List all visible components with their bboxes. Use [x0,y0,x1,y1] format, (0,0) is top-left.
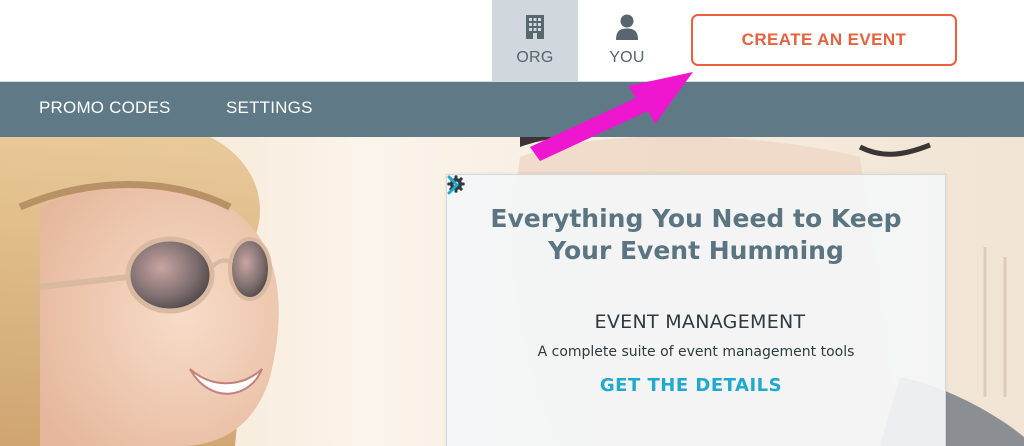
tab-org-label: ORG [516,49,554,66]
tab-you-label: YOU [609,49,645,66]
top-bar: ORG YOU CREATE AN EVENT [0,0,1024,82]
feature-title: EVENT MANAGEMENT [594,311,806,333]
hero-banner: Everything You Need to Keep Your Event H… [0,137,1024,446]
create-event-button[interactable]: CREATE AN EVENT [691,14,957,66]
feature-heading-row: EVENT MANAGEMENT [447,175,945,333]
user-icon [616,14,638,40]
get-details-link[interactable]: GET THE DETAILS [447,175,792,396]
secondary-nav: PROMO CODES SETTINGS [0,82,1024,137]
tab-you[interactable]: YOU [584,0,670,81]
nav-item-promo-codes[interactable]: PROMO CODES [39,82,171,137]
feature-description: A complete suite of event management too… [537,344,855,360]
building-icon [525,14,545,40]
hero-heading: Everything You Need to Keep Your Event H… [490,204,902,265]
nav-item-settings[interactable]: SETTINGS [226,82,313,137]
get-details-label: GET THE DETAILS [599,375,783,396]
tab-org[interactable]: ORG [492,0,578,81]
feature-card: Everything You Need to Keep Your Event H… [446,174,946,446]
